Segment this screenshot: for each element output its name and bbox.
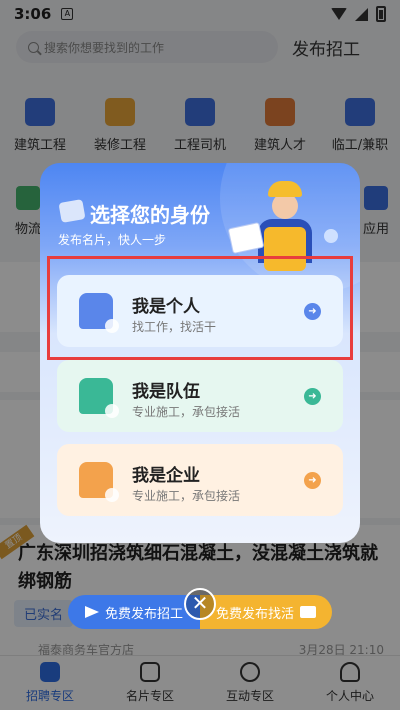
close-button[interactable]: ✕ xyxy=(184,588,216,620)
check-icon xyxy=(105,488,119,502)
arrow-right-icon: ➜ xyxy=(304,472,321,489)
check-icon xyxy=(105,404,119,418)
post-seek-button[interactable]: 免费发布找活 xyxy=(200,595,332,629)
id-card-icon xyxy=(58,199,86,223)
modal-subtitle: 发布名片，快人一步 xyxy=(58,233,167,247)
option-title: 我是企业 xyxy=(132,466,200,486)
post-job-label: 免费发布招工 xyxy=(104,606,183,622)
post-job-button[interactable]: 免费发布招工 xyxy=(68,595,200,629)
highlight-box xyxy=(47,256,353,360)
company-building-icon xyxy=(79,462,119,502)
id-card-icon xyxy=(300,606,316,618)
option-desc: 专业施工，承包接活 xyxy=(132,489,241,503)
option-title: 我是队伍 xyxy=(132,382,200,402)
option-company[interactable]: 我是企业 专业施工，承包接活 ➜ xyxy=(57,444,343,516)
arrow-right-icon: ➜ xyxy=(304,388,321,405)
option-team[interactable]: 我是队伍 专业施工，承包接活 ➜ xyxy=(57,360,343,432)
option-desc: 专业施工，承包接活 xyxy=(132,405,241,419)
post-seek-label: 免费发布找活 xyxy=(215,606,294,622)
team-icon xyxy=(79,378,119,418)
paper-plane-icon xyxy=(84,606,99,618)
modal-title: 选择您的身份 xyxy=(90,203,210,227)
